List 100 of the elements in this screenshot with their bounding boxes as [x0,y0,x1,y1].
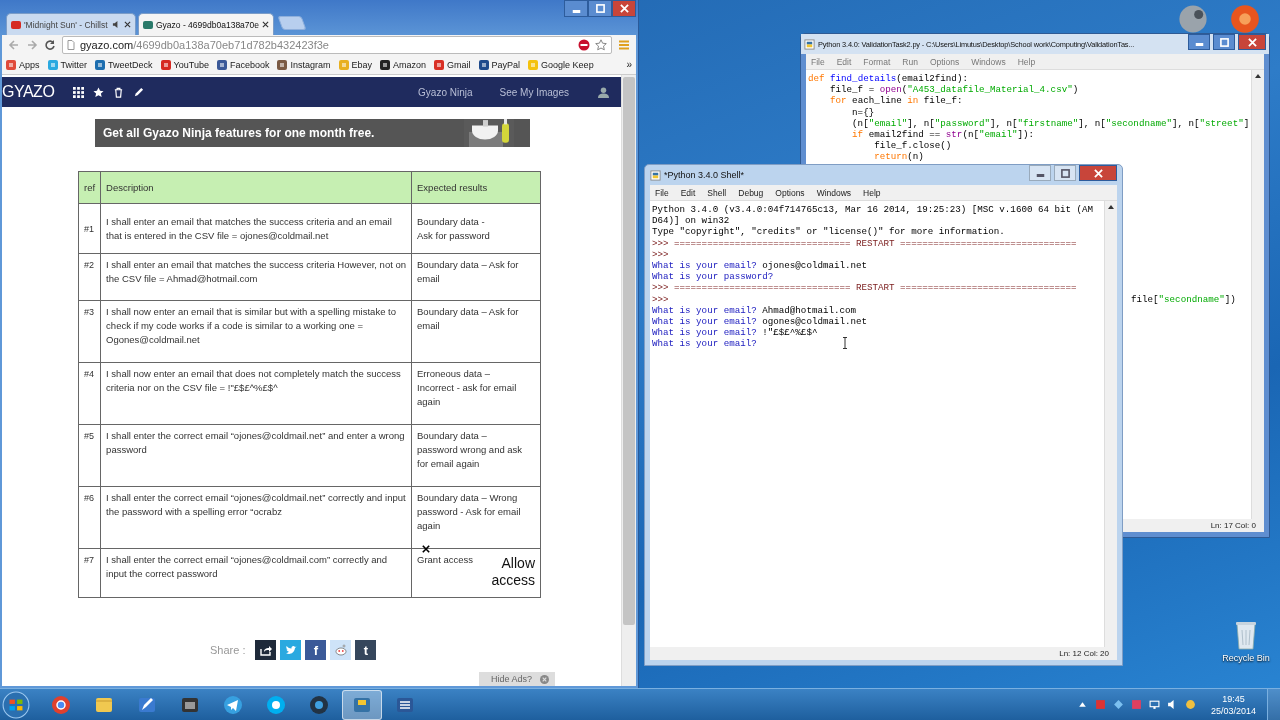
minimize-button[interactable] [564,0,588,17]
table-cell-text: Boundary data – password wrong and ask for email again [417,429,524,471]
menu-item[interactable]: File [811,56,825,67]
bookmark-icon [6,59,16,70]
menu-item[interactable]: Options [775,187,805,198]
console-line: What is your email? ogones@coldmail.net [652,316,868,328]
close-icon[interactable] [262,21,270,28]
close-icon[interactable] [124,21,131,28]
scrollbar[interactable] [621,75,636,686]
column-header: Expected results [411,171,541,204]
grid-icon[interactable] [73,86,85,98]
menu-item[interactable]: Debug [738,187,764,198]
scrollbar[interactable] [1251,70,1264,519]
user-icon[interactable] [598,86,609,98]
status-text: Ln: 12 Col: 20 [1059,649,1109,658]
desktop-shortcut-icon[interactable] [1230,4,1260,34]
bookmark[interactable]: Google Keep [528,59,594,70]
favicon-icon [11,19,21,30]
console-line: Python 3.4.0 (v3.4.0:04f714765c13, Mar 16 2014, 19:25:23) [MSC v.1600 64 bit (AM [652,204,1094,216]
pencil-icon[interactable] [133,86,145,98]
menu-item[interactable]: Options [929,56,960,67]
table-cell: I shall enter the correct email “ojones@coldmail.net” and enter a wrong password [100,424,412,487]
menu-item[interactable]: Shell [707,187,727,198]
share-button[interactable]: f [305,640,327,660]
close-button[interactable] [1079,165,1117,181]
maximize-button[interactable] [588,0,612,17]
browser-tab[interactable]: 'Midnight Sun' - Chillst [6,13,136,35]
tray-arrow-icon[interactable] [1076,699,1088,710]
menu-item[interactable]: Edit [836,56,852,67]
bookmark[interactable]: Facebook [216,59,270,70]
site-logo[interactable]: GYAZO [2,83,55,101]
maximize-button[interactable] [1054,165,1076,181]
menu-item[interactable]: Run [902,56,918,67]
table-cell: #1 [78,203,101,254]
table-cell: Grant access [417,553,473,567]
maximize-button[interactable] [1213,34,1235,50]
taskbar-app-button[interactable] [342,689,382,720]
status-text: Ln: 17 Col: 0 [1210,521,1256,530]
bookmark[interactable]: Gmail [434,59,471,70]
menu-item[interactable]: Format [863,56,891,67]
share-button[interactable] [255,640,277,660]
bookmark-icon [528,59,539,70]
code-line: for each_line in file_f: [829,95,963,107]
bookmark[interactable]: Apps [6,59,40,70]
table-cell: #7 [78,548,101,598]
start-button[interactable] [2,690,30,719]
menu-item[interactable]: Edit [680,187,696,198]
bookmark[interactable]: PayPal [478,59,521,70]
bookmark[interactable]: TweetDeck [95,59,153,70]
menu-item[interactable]: Windows [816,187,852,198]
table-cell: #5 [78,424,101,487]
reload-icon[interactable] [44,39,56,51]
share-button[interactable]: t [355,640,377,660]
bookmark[interactable]: YouTube [160,59,209,70]
bookmark-icon [47,59,58,70]
star-icon[interactable] [93,86,105,98]
desktop-shortcut-icon[interactable] [1176,4,1210,34]
scrollbar[interactable] [1104,201,1117,647]
console-line: D64)] on win32 [652,215,730,227]
python-file-icon [804,38,815,50]
hide-ads-button[interactable]: Hide Ads? [478,672,555,686]
bookmark[interactable]: Twitter [47,59,88,70]
tray-icon[interactable] [1184,699,1196,710]
scroll-up-arrow-icon[interactable] [1254,73,1262,79]
stop-sign-icon[interactable] [578,39,590,51]
nav-link[interactable]: Gyazo Ninja [418,86,473,98]
menu-item[interactable]: Help [1017,56,1036,67]
scroll-up-arrow-icon[interactable] [1107,204,1115,210]
tray-icon[interactable] [1112,699,1124,710]
bookmark-icon [95,59,106,70]
menu-item[interactable]: File [655,187,669,198]
column-header: Description [100,171,412,204]
promo-banner[interactable]: Get all Gyazo Ninja features for one month free. [95,119,530,147]
bookmark[interactable]: Instagram [277,59,331,70]
more-bookmarks-button[interactable]: » [626,59,632,70]
code-line: return(n) [873,151,924,163]
address-field[interactable]: gyazo.com/4699db0a138a70eb71d782b432423f3e [62,36,612,54]
trash-icon[interactable] [113,86,125,98]
table-cell: I shall now enter an email that does not completely match the success criteria nor on the CSV file = !"£$£^%£$^ [100,362,412,425]
nav-link[interactable]: See My Images [499,86,569,98]
close-button[interactable] [612,0,636,17]
app-icon [266,694,286,715]
clock[interactable]: 19:45 25/03/2014 [1210,692,1256,717]
bookmark[interactable]: Ebay [338,59,372,70]
table-cell: #3 [78,300,101,363]
tab-title: Gyazo - 4699db0a138a70e [156,19,260,30]
recycle-bin-icon[interactable] [1234,620,1258,650]
network-icon[interactable] [1148,699,1160,710]
close-button[interactable] [1238,34,1266,50]
menu-item[interactable]: Windows [971,56,1006,67]
table-cell-text: Boundary data – Ask for email [417,305,520,333]
console-line: What is your email? [652,338,757,350]
banner-text: Get all Gyazo Ninja features for one month free. [103,126,376,140]
desktop-icon-label[interactable]: Recycle Bin [1222,653,1270,663]
browser-tab[interactable]: Gyazo - 4699db0a138a70e [138,13,275,35]
menu-item[interactable]: Help [863,187,881,198]
bookmark[interactable]: Amazon [380,59,427,70]
star-icon[interactable] [595,39,607,51]
minimize-button[interactable] [1029,165,1051,181]
minimize-button[interactable] [1188,34,1210,50]
